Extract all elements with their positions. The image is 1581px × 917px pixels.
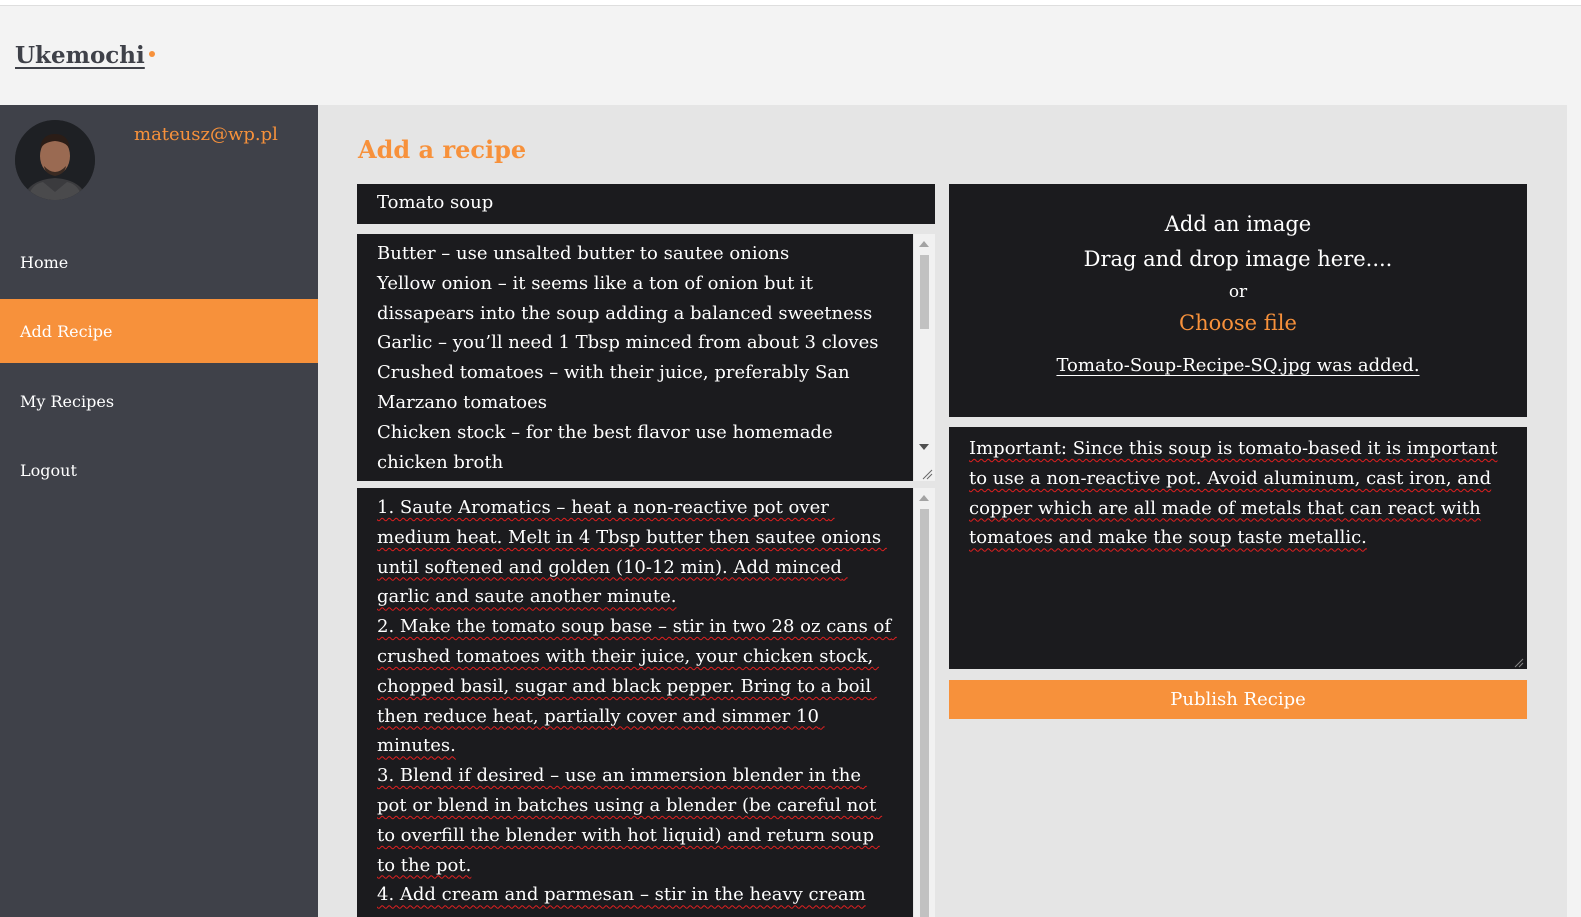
scroll-up-arrow-icon[interactable] [919, 495, 929, 501]
recipe-title-input[interactable]: Tomato soup [357, 184, 935, 224]
page-title: Add a recipe [358, 135, 527, 164]
publish-recipe-button[interactable]: Publish Recipe [949, 680, 1527, 719]
upload-status-text: Tomato-Soup-Recipe-SQ.jpg was added. [1056, 355, 1420, 376]
method-textarea[interactable]: 1. Saute Aromatics – heat a non-reactive… [357, 488, 913, 917]
ingredient-line: Crushed tomatoes – with their juice, pre… [377, 362, 856, 413]
scroll-down-arrow-icon[interactable] [919, 444, 929, 450]
ingredient-line: Butter – use unsalted butter to sautee o… [377, 243, 790, 264]
sidebar-item-my-recipes[interactable]: My Recipes [0, 369, 318, 433]
sidebar-item-logout[interactable]: Logout [0, 438, 318, 502]
user-email: mateusz@wp.pl [134, 124, 278, 145]
resize-grip-icon[interactable] [921, 468, 933, 480]
sidebar-item-home[interactable]: Home [0, 230, 318, 294]
method-step: 2. Make the tomato soup base – stir in t… [377, 616, 897, 757]
notes-text: Important: Since this soup is tomato-bas… [969, 438, 1498, 549]
header: Ukemochi [0, 6, 1581, 106]
scrollbar-thumb[interactable] [920, 509, 929, 917]
ingredient-line: Yellow onion – it seems like a ton of on… [377, 272, 873, 324]
scroll-up-arrow-icon[interactable] [919, 241, 929, 247]
resize-grip-icon[interactable] [1514, 658, 1524, 668]
dropzone-title: Add an image [1164, 212, 1312, 236]
choose-file-button[interactable]: Choose file [949, 311, 1527, 335]
logo-dot [149, 51, 155, 57]
avatar [15, 120, 95, 200]
dropzone-or: or [1228, 282, 1248, 302]
main-content: Add a recipe Tomato soup Butter – use un… [318, 105, 1567, 917]
method-scrollbar[interactable] [914, 488, 935, 917]
avatar-image [15, 120, 95, 200]
ingredients-scrollbar[interactable] [914, 234, 935, 481]
page-edge [1567, 105, 1581, 917]
method-step: 4. Add cream and parmesan – stir in the … [377, 884, 866, 906]
sidebar-item-add-recipe[interactable]: Add Recipe [0, 299, 318, 363]
method-step: 1. Saute Aromatics – heat a non-reactive… [377, 497, 887, 608]
logo-link[interactable]: Ukemochi [15, 42, 145, 69]
image-dropzone[interactable]: Add an image Drag and drop image here...… [949, 184, 1527, 417]
method-step: 3. Blend if desired – use an immersion b… [377, 765, 883, 876]
upload-status: Tomato-Soup-Recipe-SQ.jpg was added. [949, 355, 1527, 376]
notes-textarea[interactable]: Important: Since this soup is tomato-bas… [949, 427, 1527, 669]
ingredient-line: Chicken stock – for the best flavor use … [377, 421, 839, 473]
ingredient-line: Garlic – you’ll need 1 Tbsp minced from … [377, 332, 879, 354]
dropzone-subtitle: Drag and drop image here.... [1083, 247, 1393, 271]
scrollbar-thumb[interactable] [920, 255, 929, 329]
ingredients-textarea[interactable]: Butter – use unsalted butter to sautee o… [357, 234, 913, 481]
sidebar: mateusz@wp.pl Home Add Recipe My Recipes… [0, 105, 318, 917]
